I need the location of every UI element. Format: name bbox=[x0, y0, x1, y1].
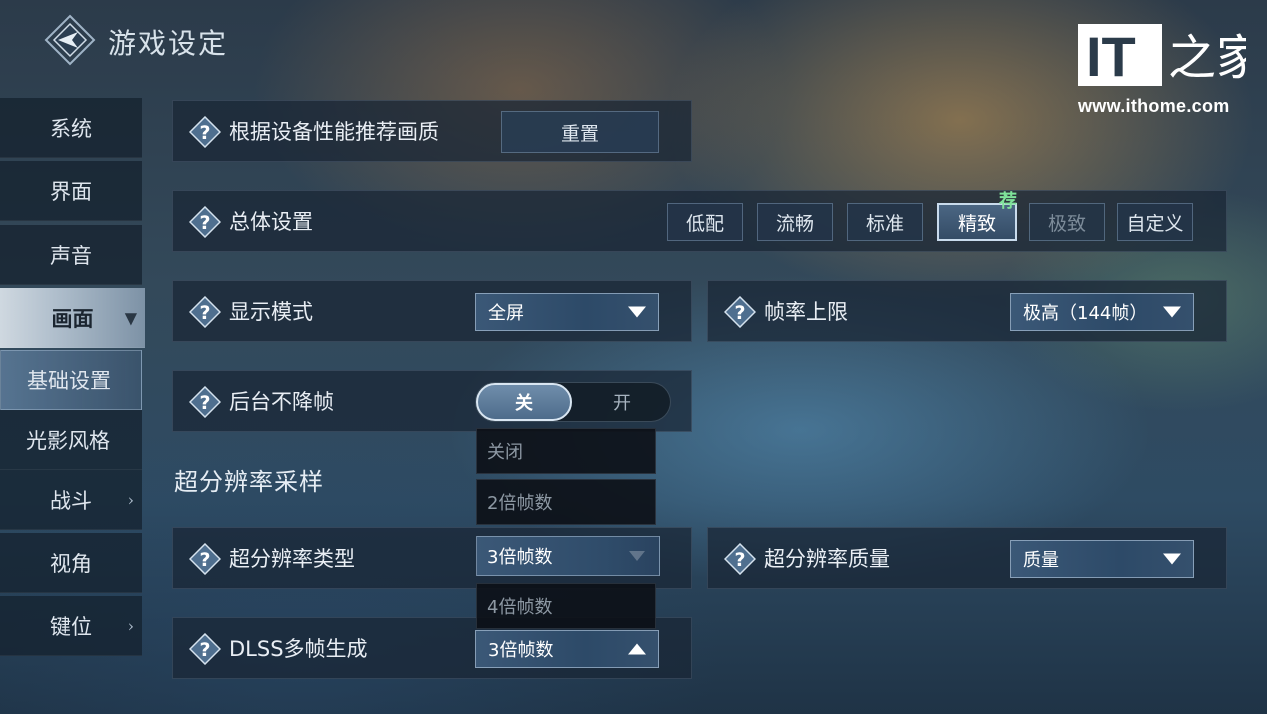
section-title-super-resolution: 超分辨率采样 bbox=[174, 468, 324, 496]
dropdown-arrow-icon bbox=[629, 551, 645, 561]
toggle-on-option[interactable]: 开 bbox=[574, 383, 670, 421]
svg-text:?: ? bbox=[199, 639, 210, 661]
sidebar-item-sound[interactable]: 声音 bbox=[0, 225, 142, 285]
sidebar-item-basic-settings[interactable]: 基础设置 bbox=[0, 350, 142, 410]
sidebar-item-label: 键位 bbox=[50, 614, 92, 639]
background-fps-toggle[interactable]: 关 开 bbox=[475, 382, 671, 422]
svg-text:IT: IT bbox=[1086, 25, 1136, 88]
help-icon[interactable]: ? bbox=[189, 633, 221, 665]
dlss-option-3x[interactable]: 3倍帧数 bbox=[476, 536, 660, 576]
sidebar-item-system[interactable]: 系统 bbox=[0, 98, 142, 158]
dropdown-arrow-icon bbox=[1163, 553, 1181, 565]
setting-label: 显示模式 bbox=[229, 300, 313, 324]
svg-text:?: ? bbox=[199, 392, 210, 414]
sidebar-item-label: 基础设置 bbox=[27, 369, 111, 393]
sidebar-item-label: 界面 bbox=[50, 179, 92, 204]
sidebar-item-label: 战斗 bbox=[50, 488, 92, 513]
chevron-right-icon: › bbox=[127, 616, 134, 635]
setting-row-fps-limit: ? 帧率上限 极高（144帧） bbox=[707, 280, 1227, 342]
svg-text:之家: 之家 bbox=[1168, 30, 1246, 86]
svg-text:?: ? bbox=[199, 549, 210, 571]
sidebar-item-label: 视角 bbox=[50, 551, 92, 576]
watermark-url: www.ithome.com bbox=[1078, 96, 1230, 116]
toggle-off-option[interactable]: 关 bbox=[476, 383, 572, 421]
sidebar-item-combat[interactable]: 战斗 › bbox=[0, 470, 142, 530]
help-icon[interactable]: ? bbox=[189, 386, 221, 418]
fps-limit-select[interactable]: 极高（144帧） bbox=[1010, 293, 1194, 331]
chevron-right-icon: › bbox=[127, 490, 134, 509]
display-mode-select[interactable]: 全屏 bbox=[475, 293, 659, 331]
help-icon[interactable]: ? bbox=[189, 296, 221, 328]
dlss-select[interactable]: 3倍帧数 bbox=[475, 630, 659, 668]
help-icon[interactable]: ? bbox=[189, 543, 221, 575]
select-value: 极高（144帧） bbox=[1023, 303, 1148, 324]
quality-smooth-button[interactable]: 流畅 bbox=[757, 203, 833, 241]
select-value: 3倍帧数 bbox=[488, 640, 554, 661]
setting-label: 帧率上限 bbox=[764, 300, 848, 324]
help-icon[interactable]: ? bbox=[189, 206, 221, 238]
option-label: 3倍帧数 bbox=[487, 547, 553, 568]
page-title: 游戏设定 bbox=[108, 27, 229, 60]
help-icon[interactable]: ? bbox=[189, 116, 221, 148]
setting-row-display-mode: ? 显示模式 全屏 bbox=[172, 280, 692, 342]
quality-custom-button[interactable]: 自定义 bbox=[1117, 203, 1193, 241]
chevron-down-icon: ▼ bbox=[124, 308, 137, 327]
sidebar-item-label: 系统 bbox=[50, 116, 92, 141]
svg-text:?: ? bbox=[734, 549, 745, 571]
sidebar-item-graphics[interactable]: 画面 ▼ bbox=[0, 288, 145, 348]
sidebar-item-camera[interactable]: 视角 bbox=[0, 533, 142, 593]
sidebar-item-label: 声音 bbox=[50, 243, 92, 268]
dlss-option-off[interactable]: 关闭 bbox=[476, 428, 656, 474]
dropdown-arrow-icon bbox=[628, 306, 646, 318]
dropdown-arrow-icon bbox=[1163, 306, 1181, 318]
sidebar-item-label: 光影风格 bbox=[26, 428, 110, 453]
quality-standard-button[interactable]: 标准 bbox=[847, 203, 923, 241]
svg-text:?: ? bbox=[734, 302, 745, 324]
quality-ultra-button[interactable]: 极致 bbox=[1029, 203, 1105, 241]
setting-label: 后台不降帧 bbox=[229, 390, 334, 414]
select-value: 全屏 bbox=[488, 303, 524, 324]
help-icon[interactable]: ? bbox=[724, 296, 756, 328]
game-emblem-icon bbox=[44, 14, 96, 66]
setting-row-recommend: ? 根据设备性能推荐画质 重置 bbox=[172, 100, 692, 162]
svg-text:?: ? bbox=[199, 212, 210, 234]
dlss-option-4x[interactable]: 4倍帧数 bbox=[476, 583, 656, 629]
svg-text:?: ? bbox=[199, 302, 210, 324]
sidebar-item-interface[interactable]: 界面 bbox=[0, 161, 142, 221]
setting-label: 超分辨率类型 bbox=[229, 547, 355, 571]
setting-row-background-fps: ? 后台不降帧 关 开 bbox=[172, 370, 692, 432]
setting-row-super-res-quality: ? 超分辨率质量 质量 bbox=[707, 527, 1227, 589]
help-icon[interactable]: ? bbox=[724, 543, 756, 575]
super-res-quality-select[interactable]: 质量 bbox=[1010, 540, 1194, 578]
recommend-tag: 荐 bbox=[999, 191, 1017, 212]
sidebar-item-lighting-style[interactable]: 光影风格 bbox=[0, 410, 142, 470]
sidebar-item-label: 画面 bbox=[51, 305, 94, 331]
select-value: 质量 bbox=[1023, 550, 1059, 571]
svg-text:?: ? bbox=[199, 122, 210, 144]
reset-button[interactable]: 重置 bbox=[501, 111, 659, 153]
setting-label: 总体设置 bbox=[229, 210, 313, 234]
dlss-option-2x[interactable]: 2倍帧数 bbox=[476, 479, 656, 525]
sidebar-item-keybinds[interactable]: 键位 › bbox=[0, 596, 142, 656]
setting-label: DLSS多帧生成 bbox=[229, 637, 368, 661]
quality-low-button[interactable]: 低配 bbox=[667, 203, 743, 241]
setting-row-overall: ? 总体设置 低配 流畅 标准 精致 荐 极致 自定义 bbox=[172, 190, 1227, 252]
setting-label: 超分辨率质量 bbox=[764, 547, 890, 571]
setting-label: 根据设备性能推荐画质 bbox=[229, 120, 439, 144]
dropdown-arrow-up-icon bbox=[628, 643, 646, 655]
ithome-logo: IT 之家 bbox=[1078, 24, 1246, 88]
